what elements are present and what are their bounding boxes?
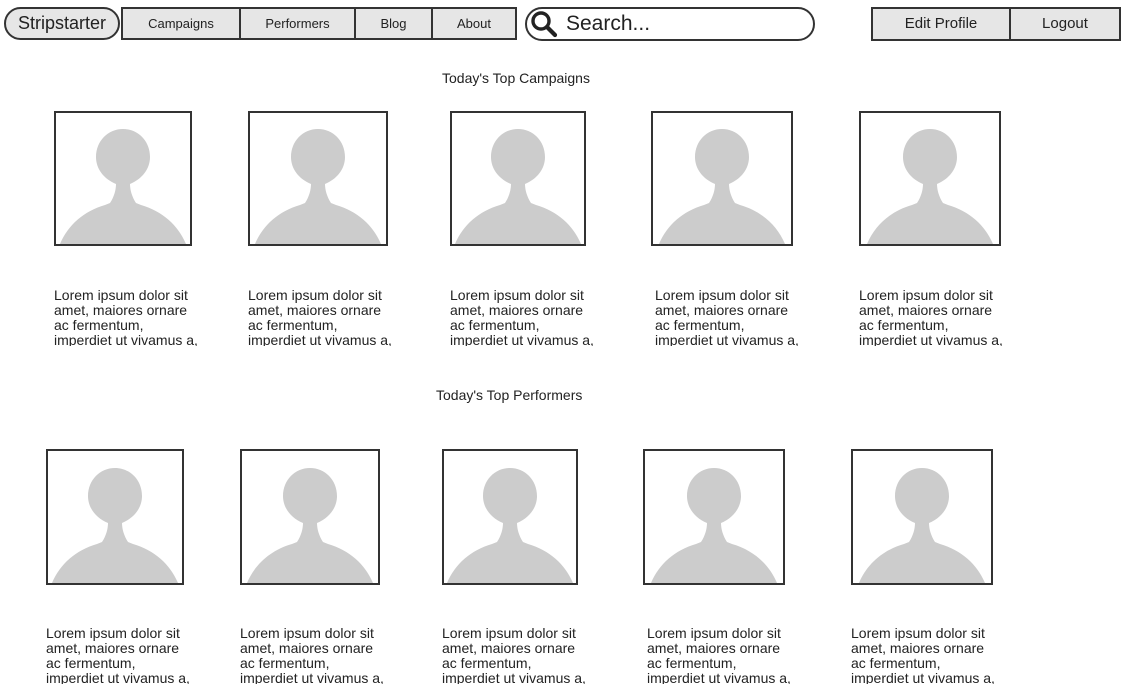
campaign-description: Lorem ipsum dolor sit amet, maiores orna… [655,288,799,346]
search-input[interactable] [566,12,796,36]
nav-campaigns[interactable]: Campaigns [123,9,239,38]
user-placeholder-icon [447,468,573,583]
campaign-image[interactable] [248,111,388,246]
performer-image[interactable] [643,449,785,585]
campaign-description: Lorem ipsum dolor sit amet, maiores orna… [859,288,1003,346]
user-placeholder-icon [60,129,186,244]
user-placeholder-icon [659,129,785,244]
nav-blog[interactable]: Blog [354,9,431,38]
performer-description: Lorem ipsum dolor sit amet, maiores orna… [240,626,384,684]
search-icon[interactable] [530,10,558,38]
campaign-description: Lorem ipsum dolor sit amet, maiores orna… [54,288,198,346]
account-menu: Edit Profile Logout [871,7,1121,41]
user-placeholder-icon [255,129,381,244]
nav-about[interactable]: About [431,9,515,38]
campaign-image[interactable] [54,111,192,246]
campaign-description: Lorem ipsum dolor sit amet, maiores orna… [450,288,594,346]
logout-button[interactable]: Logout [1009,9,1119,39]
performer-image[interactable] [240,449,380,585]
user-placeholder-icon [247,468,373,583]
edit-profile-button[interactable]: Edit Profile [873,9,1009,39]
top-performers-heading: Today's Top Performers [436,387,583,403]
user-placeholder-icon [52,468,178,583]
campaign-description: Lorem ipsum dolor sit amet, maiores orna… [248,288,392,346]
user-placeholder-icon [867,129,993,244]
logo-button[interactable]: Stripstarter [4,7,120,40]
performer-image[interactable] [442,449,578,585]
user-placeholder-icon [455,129,581,244]
performer-description: Lorem ipsum dolor sit amet, maiores orna… [647,626,791,684]
campaign-image[interactable] [651,111,793,246]
user-placeholder-icon [859,468,985,583]
performer-description: Lorem ipsum dolor sit amet, maiores orna… [46,626,190,684]
campaign-image[interactable] [450,111,586,246]
user-placeholder-icon [651,468,777,583]
campaign-image[interactable] [859,111,1001,246]
performer-description: Lorem ipsum dolor sit amet, maiores orna… [442,626,586,684]
performer-description: Lorem ipsum dolor sit amet, maiores orna… [851,626,995,684]
nav-performers[interactable]: Performers [239,9,354,38]
performer-image[interactable] [851,449,993,585]
search-box[interactable] [525,7,815,41]
performer-image[interactable] [46,449,184,585]
top-campaigns-heading: Today's Top Campaigns [442,70,590,86]
main-nav: Campaigns Performers Blog About [121,7,517,40]
